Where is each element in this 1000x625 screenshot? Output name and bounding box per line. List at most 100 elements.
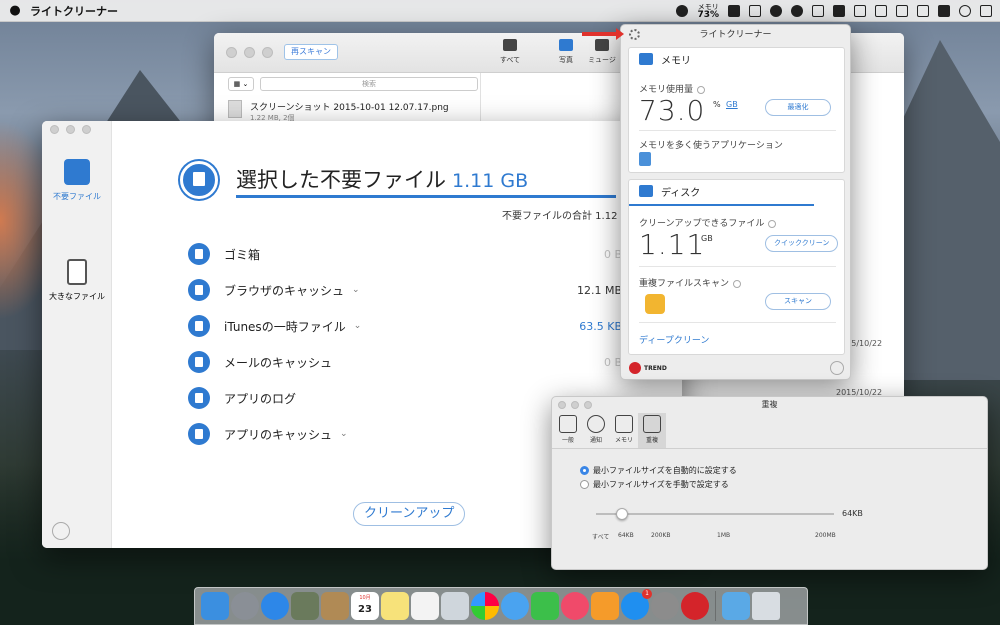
app-store-icon[interactable]: 1 — [621, 589, 652, 620]
toolbar-music[interactable]: ミュージ — [582, 39, 622, 65]
hub-icon[interactable] — [833, 5, 845, 17]
preferences-window: 重複 一般 通知 メモリ 重複 最小ファイルサイズを自動的に設定する 最小ファイ… — [551, 396, 988, 570]
dropbox-icon[interactable] — [728, 5, 740, 17]
minimize-button[interactable] — [571, 401, 579, 409]
preview-icon[interactable] — [441, 592, 469, 620]
chevron-down-icon[interactable]: ⌄ — [352, 285, 360, 295]
feedback-smile-icon[interactable] — [52, 522, 70, 540]
wifi-icon[interactable] — [896, 5, 908, 17]
mail-icon — [188, 351, 210, 373]
apple-menu-icon[interactable]: ● — [0, 3, 30, 18]
tab-memory[interactable]: メモリ — [610, 413, 638, 448]
optimize-button[interactable]: 最適化 — [765, 99, 831, 116]
radio-button-selected[interactable] — [580, 466, 589, 475]
sidebar-item-large-files[interactable]: 大きなファイル — [42, 259, 112, 302]
input-source-icon[interactable] — [938, 5, 950, 17]
toolbar-all[interactable]: すべて — [490, 39, 530, 65]
list-item-browser-cache[interactable]: ブラウザのキャッシュ ⌄ 12.1 MB — [188, 278, 628, 302]
system-preferences-icon[interactable] — [651, 592, 679, 620]
tab-notification[interactable]: 通知 — [582, 413, 610, 448]
messages-icon[interactable] — [501, 592, 529, 620]
info-icon[interactable] — [733, 279, 742, 288]
zoom-button[interactable] — [262, 47, 273, 58]
compass-icon — [188, 279, 210, 301]
volume-icon[interactable] — [854, 5, 866, 17]
photos-icon[interactable] — [471, 592, 499, 620]
gear-icon[interactable] — [629, 29, 640, 40]
downloads-folder-icon[interactable] — [722, 592, 750, 620]
tab-label: 重複 — [645, 437, 658, 444]
app-menu-name[interactable]: ライトクリーナー — [30, 3, 118, 19]
cleanup-button[interactable]: クリーンアップ — [353, 502, 466, 526]
sidebar-item-label: 大きなファイル — [49, 292, 105, 301]
row-label: メールのキャッシュ — [224, 355, 333, 370]
reminders-icon[interactable] — [411, 592, 439, 620]
rescan-button[interactable]: 再スキャン — [284, 44, 338, 60]
close-button[interactable] — [226, 47, 237, 58]
deep-clean-link[interactable]: ディープクリーン — [639, 333, 709, 346]
contacts-icon[interactable] — [321, 592, 349, 620]
radio-auto-size[interactable]: 最小ファイルサイズを自動的に設定する — [580, 465, 737, 476]
selected-size: 1.11 GB — [452, 170, 529, 192]
memory-status[interactable]: メモリ 73% — [697, 3, 719, 20]
memory-unit-percent[interactable]: % — [713, 100, 721, 109]
history-icon[interactable] — [676, 5, 689, 17]
facetime-icon[interactable] — [531, 592, 559, 620]
notes-icon[interactable] — [381, 592, 409, 620]
info-icon[interactable] — [697, 85, 706, 94]
clipboard-icon[interactable] — [749, 5, 761, 17]
launchpad-icon[interactable] — [231, 592, 259, 620]
file-list-item[interactable]: スクリーンショット 2015-10-01 12.07.17.png 1.22 M… — [228, 100, 449, 123]
notification-center-icon[interactable] — [980, 5, 992, 17]
dock-separator — [715, 591, 716, 621]
list-item-itunes-temp[interactable]: iTunesの一時ファイル ⌄ 63.5 KB — [188, 314, 628, 338]
radio-button[interactable] — [580, 480, 589, 489]
chevron-down-icon[interactable]: ⌄ — [340, 429, 348, 439]
tab-general[interactable]: 一般 — [554, 413, 582, 448]
tab-label: 一般 — [561, 437, 574, 444]
tab-duplicates[interactable]: 重複 — [638, 413, 666, 448]
minimize-button[interactable] — [244, 47, 255, 58]
trash-icon[interactable] — [752, 592, 780, 620]
feedback-smile-icon[interactable] — [830, 361, 844, 375]
battery-icon[interactable] — [917, 5, 929, 17]
min-size-slider-track[interactable] — [596, 513, 834, 515]
finder-icon[interactable] — [201, 592, 229, 620]
info-icon[interactable] — [791, 5, 803, 17]
itunes-icon[interactable] — [561, 592, 589, 620]
scan-button[interactable]: スキャン — [765, 293, 831, 310]
cleanable-unit: GB — [701, 234, 713, 243]
ibooks-icon[interactable] — [591, 592, 619, 620]
search-icon[interactable] — [959, 5, 971, 17]
close-button[interactable] — [558, 401, 566, 409]
sidebar-item-junk-files[interactable]: 不要ファイル — [42, 159, 112, 202]
list-item-mail-cache[interactable]: メールのキャッシュ 0 B — [188, 350, 628, 374]
finder-app-icon[interactable] — [639, 152, 651, 166]
toolbar-photo[interactable]: 写真 — [546, 39, 586, 65]
disk-card-title: ディスク — [661, 187, 701, 199]
chevron-down-icon[interactable]: ⌄ — [354, 321, 362, 331]
close-button[interactable] — [50, 125, 59, 134]
trash-icon — [188, 243, 210, 265]
calendar-icon[interactable]: 10月 23 — [351, 592, 379, 620]
lite-cleaner-icon[interactable] — [681, 592, 709, 620]
photo-app-icon[interactable] — [291, 592, 319, 620]
search-input[interactable]: 検索 — [260, 77, 478, 91]
zoom-button[interactable] — [82, 125, 91, 134]
disk-card-header: ディスク — [629, 180, 844, 202]
file-thumbnail — [228, 100, 242, 118]
display-icon[interactable] — [812, 5, 824, 17]
bluetooth-icon[interactable] — [875, 5, 887, 17]
quick-clean-button[interactable]: クイッククリーン — [765, 235, 839, 252]
alarm-clock-icon — [587, 415, 605, 433]
view-toggle-button[interactable]: ▦ ⌄ — [228, 77, 254, 91]
info-icon[interactable] — [768, 219, 777, 228]
radio-manual-size[interactable]: 最小ファイルサイズを手動で設定する — [580, 479, 729, 490]
pause-icon[interactable] — [770, 5, 782, 17]
min-size-slider-knob[interactable] — [616, 508, 628, 520]
memory-unit-gb[interactable]: GB — [726, 100, 738, 109]
zoom-button[interactable] — [584, 401, 592, 409]
safari-icon[interactable] — [261, 592, 289, 620]
minimize-button[interactable] — [66, 125, 75, 134]
list-item-trash[interactable]: ゴミ箱 0 B — [188, 242, 628, 266]
